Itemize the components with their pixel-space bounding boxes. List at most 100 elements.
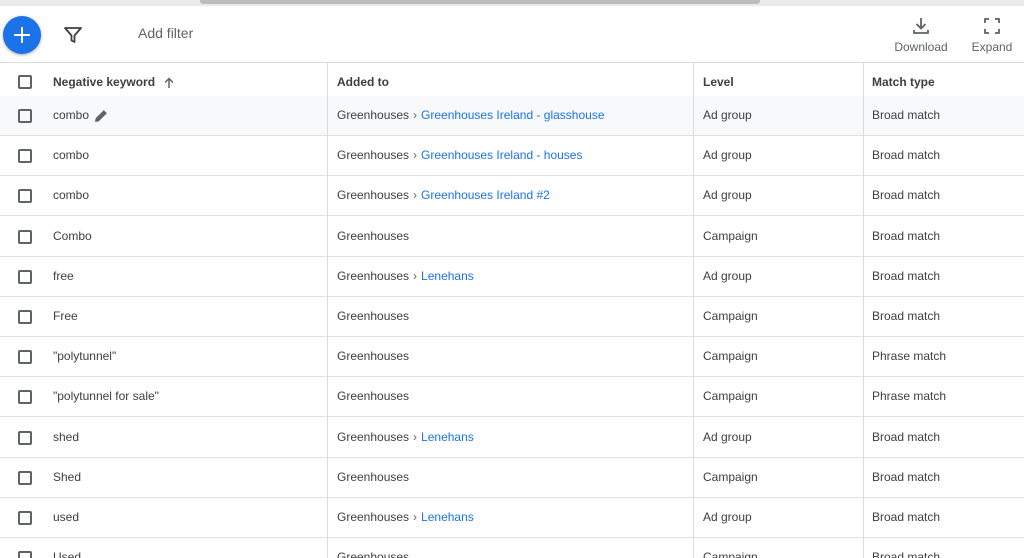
campaign-name: Greenhouses	[337, 550, 410, 558]
table-row[interactable]: Combo Greenhouses Campaign Broad match	[0, 217, 1024, 257]
ad-group-link[interactable]: Lenehans	[421, 430, 474, 444]
keyword-cell[interactable]: Free	[53, 297, 78, 336]
toolbar: Add filter Download Expand	[0, 6, 1024, 62]
match-type-cell: Broad match	[872, 309, 941, 323]
keyword-cell[interactable]: combo	[53, 136, 89, 175]
breadcrumb-chevron-icon: ›	[413, 188, 418, 203]
ad-group-link[interactable]: Greenhouses Ireland #2	[421, 188, 550, 202]
level-cell: Campaign	[703, 228, 758, 243]
download-label: Download	[894, 40, 948, 54]
keyword-text: "polytunnel for sale"	[53, 389, 159, 404]
added-to-cell: Greenhouses › Lenehans	[337, 257, 474, 296]
match-type-cell: Broad match	[872, 429, 941, 444]
keyword-cell[interactable]: combo	[53, 96, 109, 135]
campaign-name: Greenhouses	[337, 309, 410, 323]
campaign-name: Greenhouses	[337, 349, 410, 364]
row-checkbox[interactable]	[18, 430, 32, 445]
row-checkbox[interactable]	[18, 551, 32, 558]
filter-icon[interactable]	[62, 24, 84, 46]
table-row[interactable]: Used Greenhouses Campaign Broad match	[0, 538, 1024, 558]
download-button[interactable]: Download	[891, 16, 951, 60]
row-checkbox[interactable]	[18, 269, 32, 284]
match-type-cell: Broad match	[872, 469, 941, 484]
add-button[interactable]	[3, 16, 41, 54]
keyword-text: Combo	[53, 228, 92, 243]
row-checkbox[interactable]	[18, 470, 32, 485]
match-type-cell: Broad match	[872, 550, 941, 558]
level-cell: Ad group	[703, 148, 752, 163]
expand-button[interactable]: Expand	[962, 16, 1022, 60]
keyword-cell[interactable]: Used	[53, 538, 81, 558]
row-checkbox[interactable]	[18, 310, 32, 324]
row-checkbox[interactable]	[18, 149, 32, 164]
keyword-cell[interactable]: Combo	[53, 217, 92, 256]
level-cell: Ad group	[703, 108, 752, 122]
table-row[interactable]: Free Greenhouses Campaign Broad match	[0, 297, 1024, 337]
added-to-cell: Greenhouses	[337, 217, 409, 256]
match-type-cell: Broad match	[872, 268, 941, 283]
campaign-name: Greenhouses	[337, 148, 410, 163]
table-row[interactable]: free Greenhouses › Lenehans Ad group Broad ma…	[0, 257, 1024, 297]
keyword-text: used	[53, 510, 80, 524]
added-to-cell: Greenhouses › Lenehans	[337, 418, 474, 457]
row-checkbox[interactable]	[18, 109, 32, 123]
add-filter-link[interactable]: Add filter	[138, 25, 193, 41]
level-cell: Ad group	[703, 510, 752, 524]
keyword-text: Free	[53, 309, 78, 323]
pencil-icon[interactable]	[93, 108, 109, 124]
arrow-up-icon	[164, 77, 174, 88]
keyword-cell[interactable]: free	[53, 257, 74, 296]
table-row[interactable]: combo Greenhouses › Greenhouses Ireland #2 A…	[0, 176, 1024, 217]
match-type-cell: Broad match	[872, 148, 941, 163]
ad-group-link[interactable]: Lenehans	[421, 510, 474, 524]
row-checkbox[interactable]	[18, 511, 32, 525]
breadcrumb-chevron-icon: ›	[413, 108, 418, 122]
keyword-cell[interactable]: combo	[53, 176, 89, 215]
plus-icon	[14, 27, 30, 43]
added-to-cell: Greenhouses	[337, 377, 409, 416]
table-row[interactable]: combo Greenhouses › Greenhouses Ireland - g…	[0, 96, 1024, 136]
added-to-cell: Greenhouses	[337, 337, 409, 376]
table-row[interactable]: "polytunnel" Greenhouses Campaign Phrase ma…	[0, 337, 1024, 378]
breadcrumb-chevron-icon: ›	[413, 429, 418, 444]
added-to-cell: Greenhouses › Greenhouses Ireland - houses	[337, 136, 582, 175]
match-type-cell: Broad match	[872, 228, 941, 243]
campaign-name: Greenhouses	[337, 228, 410, 243]
campaign-name: Greenhouses	[337, 108, 410, 122]
keyword-cell[interactable]: "polytunnel for sale"	[53, 377, 159, 416]
added-to-cell: Greenhouses › Lenehans	[337, 498, 474, 537]
table-row[interactable]: Shed Greenhouses Campaign Broad match	[0, 458, 1024, 498]
ad-group-link[interactable]: Greenhouses Ireland - glasshouse	[421, 108, 604, 122]
keyword-text: Used	[53, 550, 82, 558]
keyword-cell[interactable]: shed	[53, 418, 79, 457]
match-type-cell: Phrase match	[872, 389, 947, 404]
campaign-name: Greenhouses	[337, 469, 410, 484]
keyword-text: "polytunnel"	[53, 349, 117, 364]
level-cell: Ad group	[703, 429, 752, 444]
select-all-checkbox[interactable]	[18, 75, 32, 89]
added-to-cell: Greenhouses	[337, 297, 409, 336]
ad-group-link[interactable]: Greenhouses Ireland - houses	[421, 148, 582, 162]
keyword-cell[interactable]: Shed	[53, 458, 81, 497]
table-row[interactable]: used Greenhouses › Lenehans Ad group Broad ma…	[0, 498, 1024, 538]
level-cell: Ad group	[703, 188, 752, 203]
keyword-text: combo	[53, 148, 90, 163]
table-row[interactable]: "polytunnel for sale" Greenhouses Campaign…	[0, 377, 1024, 418]
row-checkbox[interactable]	[18, 229, 32, 244]
negative-keywords-table: Negative keyword Added to Level Match ty…	[0, 62, 1024, 558]
campaign-name: Greenhouses	[337, 429, 410, 444]
keyword-cell[interactable]: used	[53, 498, 79, 537]
keyword-cell[interactable]: "polytunnel"	[53, 337, 116, 376]
level-cell: Campaign	[703, 309, 758, 323]
row-checkbox[interactable]	[18, 350, 32, 365]
level-cell: Campaign	[703, 349, 758, 364]
column-divider	[327, 62, 328, 558]
row-checkbox[interactable]	[18, 390, 32, 405]
ad-group-link[interactable]: Lenehans	[421, 269, 474, 283]
breadcrumb-chevron-icon: ›	[413, 148, 418, 163]
table-row[interactable]: combo Greenhouses › Greenhouses Ireland - h…	[0, 136, 1024, 177]
keyword-text: Shed	[53, 469, 82, 484]
table-row[interactable]: shed Greenhouses › Lenehans Ad group Broad ma…	[0, 418, 1024, 458]
row-checkbox[interactable]	[18, 189, 32, 204]
level-cell: Campaign	[703, 550, 758, 558]
